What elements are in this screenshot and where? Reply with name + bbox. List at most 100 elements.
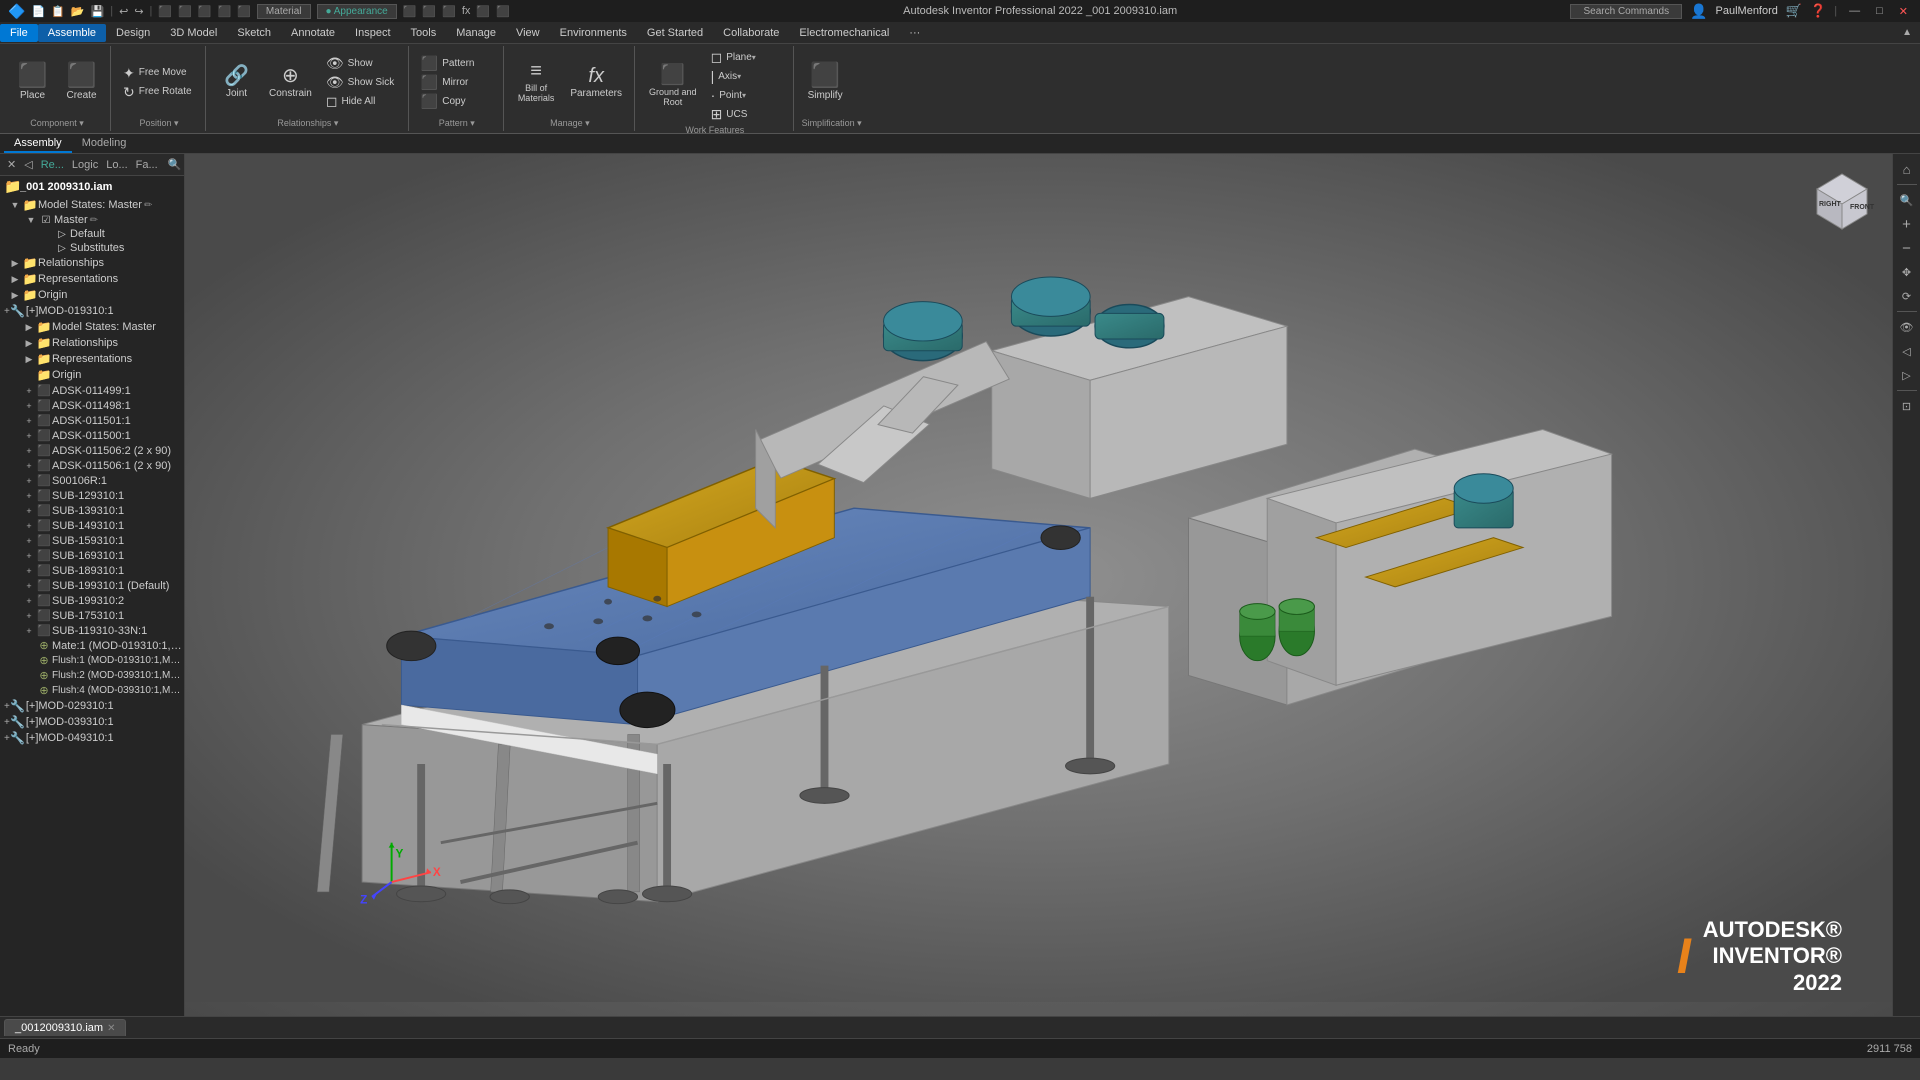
menu-assemble[interactable]: Assemble xyxy=(38,24,106,42)
tree-sub-169310[interactable]: + ⬛ SUB-169310:1 xyxy=(0,548,184,563)
redo-btn[interactable]: ↪ xyxy=(134,5,143,18)
toggle-origin[interactable]: ▶ xyxy=(8,290,22,301)
toolbar-icon-9[interactable]: ⬛ xyxy=(476,5,490,18)
toggle-master[interactable]: ▼ xyxy=(24,215,38,225)
search-commands[interactable]: Search Commands xyxy=(1570,4,1682,19)
nav-home-btn[interactable]: ⌂ xyxy=(1896,158,1918,180)
menu-environments[interactable]: Environments xyxy=(550,24,637,42)
tree-relationships-root[interactable]: ▶ 📁 Relationships xyxy=(0,255,184,271)
toggle-mod019-reps[interactable]: ▶ xyxy=(22,354,36,365)
hide-all-button[interactable]: ◻ Hide All xyxy=(322,92,402,110)
tree-sub-175310[interactable]: + ⬛ SUB-175310:1 xyxy=(0,608,184,623)
point-button[interactable]: · Point ▾ xyxy=(707,86,787,104)
show-button[interactable]: 👁 Show xyxy=(322,54,402,72)
tree-adsk-011500[interactable]: + ⬛ ADSK-011500:1 xyxy=(0,428,184,443)
help-btn[interactable]: ❓ xyxy=(1810,3,1826,19)
toggle-mod019-rels[interactable]: ▶ xyxy=(22,338,36,349)
panel-tab-fa[interactable]: Fa... xyxy=(133,158,161,172)
toggle-sub175[interactable]: + xyxy=(22,611,36,621)
toggle-model-states[interactable]: ▼ xyxy=(8,200,22,210)
toggle-sub149[interactable]: + xyxy=(22,521,36,531)
view-cube[interactable]: FRONT RIGHT xyxy=(1802,164,1882,244)
axis-dropdown[interactable]: ▾ xyxy=(737,72,741,81)
tree-substitutes[interactable]: ▷ Substitutes xyxy=(0,241,184,255)
tree-adsk-011506-1[interactable]: + ⬛ ADSK-011506:1 (2 x 90) xyxy=(0,458,184,473)
menu-getstarted[interactable]: Get Started xyxy=(637,24,713,42)
maximize-btn[interactable]: □ xyxy=(1872,5,1887,17)
toolbar-icon-7[interactable]: ⬛ xyxy=(422,5,436,18)
open-btn[interactable]: 📂 xyxy=(71,5,85,18)
tree-mod019-rels[interactable]: ▶ 📁 Relationships xyxy=(0,335,184,351)
tree-sub-189310[interactable]: + ⬛ SUB-189310:1 xyxy=(0,563,184,578)
tree-sub-199310-1[interactable]: + ⬛ SUB-199310:1 (Default) xyxy=(0,578,184,593)
menu-design[interactable]: Design xyxy=(106,24,160,42)
cart-icon[interactable]: 🛒 xyxy=(1786,3,1802,19)
tree-model-states[interactable]: ▼ 📁 Model States: Master ✏ xyxy=(0,197,184,213)
undo-btn[interactable]: ↩ xyxy=(119,5,128,18)
tree-master[interactable]: ▼ ☑ Master ✏ xyxy=(0,213,184,227)
joint-button[interactable]: 🔗 Joint xyxy=(214,63,259,102)
file-tab-close-0[interactable]: ✕ xyxy=(107,1023,115,1034)
nav-prev-view-btn[interactable]: ◁ xyxy=(1896,340,1918,362)
nav-next-view-btn[interactable]: ▷ xyxy=(1896,364,1918,386)
menu-sketch[interactable]: Sketch xyxy=(227,24,281,42)
toggle-sub159[interactable]: + xyxy=(22,536,36,546)
toolbar-icon-6[interactable]: ⬛ xyxy=(403,5,417,18)
user-name[interactable]: PaulMenford xyxy=(1716,5,1778,17)
simplify-button[interactable]: ⬛ Simplify xyxy=(802,61,849,104)
menu-manage[interactable]: Manage xyxy=(446,24,506,42)
nav-section-btn[interactable]: ⊡ xyxy=(1896,395,1918,417)
tree-adsk-011506-2[interactable]: + ⬛ ADSK-011506:2 (2 x 90) xyxy=(0,443,184,458)
tree-flush-4[interactable]: ⊕ Flush:4 (MOD-039310:1,MOD-019310:1:... xyxy=(0,683,184,698)
panel-tab-re[interactable]: Re... xyxy=(38,158,67,172)
tree-sub-149310[interactable]: + ⬛ SUB-149310:1 xyxy=(0,518,184,533)
file-tab-0[interactable]: _0012009310.iam ✕ xyxy=(4,1019,126,1036)
toolbar-icon-4[interactable]: ⬛ xyxy=(218,5,232,18)
toggle-reps[interactable]: ▶ xyxy=(8,274,22,285)
toolbar-icon-8[interactable]: ⬛ xyxy=(442,5,456,18)
appearance-dropdown[interactable]: ● Appearance xyxy=(317,4,397,19)
menu-file[interactable]: File xyxy=(0,24,38,42)
menu-more[interactable]: ··· xyxy=(899,24,930,42)
toolbar-icon-3[interactable]: ⬛ xyxy=(198,5,212,18)
menu-annotate[interactable]: Annotate xyxy=(281,24,345,42)
new-btn[interactable]: 📋 xyxy=(51,5,65,18)
fx-icon[interactable]: fx xyxy=(462,5,471,17)
tree-sub-119310[interactable]: + ⬛ SUB-119310-33N:1 xyxy=(0,623,184,638)
tree-flush-2[interactable]: ⊕ Flush:2 (MOD-039310:1,MOD-019310:1:... xyxy=(0,668,184,683)
menu-collaborate[interactable]: Collaborate xyxy=(713,24,789,42)
toggle-adsk0115061[interactable]: + xyxy=(22,461,36,471)
parameters-button[interactable]: fx Parameters xyxy=(564,63,628,102)
nav-zoomin-btn[interactable]: + xyxy=(1896,213,1918,235)
material-dropdown[interactable]: Material xyxy=(257,4,311,19)
tree-s00106r[interactable]: + ⬛ S00106R:1 xyxy=(0,473,184,488)
tree-adsk-011499[interactable]: + ⬛ ADSK-011499:1 xyxy=(0,383,184,398)
toggle-rels[interactable]: ▶ xyxy=(8,258,22,269)
close-btn[interactable]: ✕ xyxy=(1895,5,1912,18)
toggle-adsk011501[interactable]: + xyxy=(22,416,36,426)
toggle-adsk0115062[interactable]: + xyxy=(22,446,36,456)
tree-adsk-011501[interactable]: + ⬛ ADSK-011501:1 xyxy=(0,413,184,428)
toggle-s00106r[interactable]: + xyxy=(22,476,36,486)
save-btn[interactable]: 💾 xyxy=(91,5,105,18)
tree-mod-049310[interactable]: + 🔧 [+]MOD-049310:1 xyxy=(0,730,184,746)
tab-assembly[interactable]: Assembly xyxy=(4,135,72,153)
create-button[interactable]: ⬛ Create xyxy=(59,61,104,104)
nav-orbit-btn[interactable]: ⟳ xyxy=(1896,285,1918,307)
toggle-sub189[interactable]: + xyxy=(22,566,36,576)
toggle-adsk011498[interactable]: + xyxy=(22,401,36,411)
toggle-mod019-ms[interactable]: ▶ xyxy=(22,322,36,333)
show-sick-button[interactable]: 👁 Show Sick xyxy=(322,73,402,91)
menu-inspect[interactable]: Inspect xyxy=(345,24,400,42)
tree-mod019-reps[interactable]: ▶ 📁 Representations xyxy=(0,351,184,367)
panel-tab-lo[interactable]: Lo... xyxy=(103,158,130,172)
panel-tab-logic[interactable]: Logic xyxy=(69,158,101,172)
toggle-sub1991[interactable]: + xyxy=(22,581,36,591)
toggle-adsk011500[interactable]: + xyxy=(22,431,36,441)
toggle-sub139[interactable]: + xyxy=(22,506,36,516)
tree-mate-1[interactable]: ⊕ Mate:1 (MOD-019310:1,MOD-039310:1) xyxy=(0,638,184,653)
tree-sub-129310[interactable]: + ⬛ SUB-129310:1 xyxy=(0,488,184,503)
tree-sub-199310-2[interactable]: + ⬛ SUB-199310:2 xyxy=(0,593,184,608)
tree-mod-029310[interactable]: + 🔧 [+]MOD-029310:1 xyxy=(0,698,184,714)
tree-sub-159310[interactable]: + ⬛ SUB-159310:1 xyxy=(0,533,184,548)
